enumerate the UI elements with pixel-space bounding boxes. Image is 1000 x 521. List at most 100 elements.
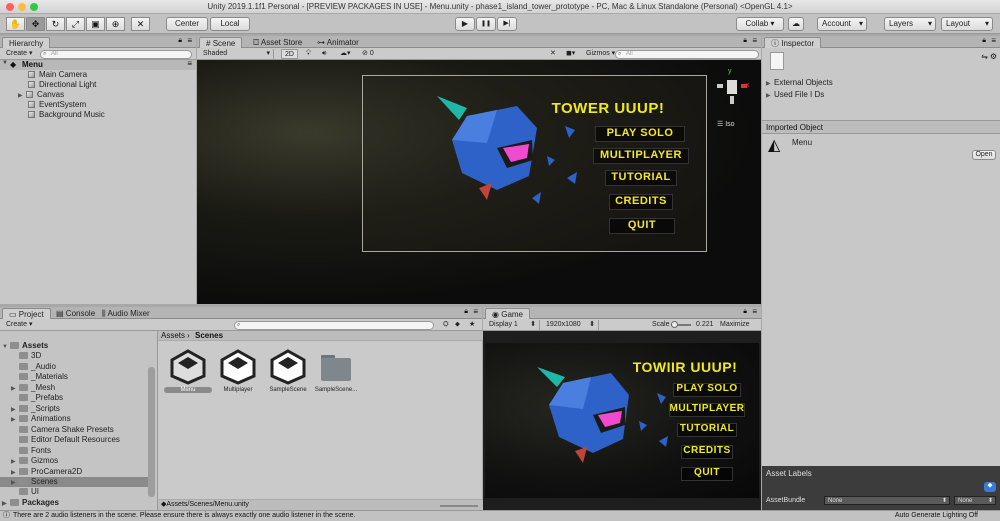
rotate-tool-button[interactable]: ↻ bbox=[46, 17, 65, 31]
scene-search-input[interactable]: ⌕ All bbox=[615, 50, 759, 59]
open-button[interactable]: Open bbox=[972, 150, 996, 160]
scene-menu-icon[interactable]: ≡ bbox=[187, 59, 192, 68]
shading-mode-dropdown[interactable]: Shaded ▾ bbox=[200, 49, 274, 59]
lock-icon[interactable]: 🔒︎ bbox=[178, 37, 182, 45]
scene-orientation-gizmo[interactable]: y x bbox=[715, 68, 751, 108]
step-button[interactable]: ▶| bbox=[497, 17, 517, 31]
project-search-input[interactable]: ⌕ bbox=[234, 321, 434, 330]
audio-toggle[interactable]: 🔊︎ bbox=[319, 49, 329, 59]
scale-slider[interactable] bbox=[671, 321, 691, 328]
tools-toggle[interactable]: ✕ bbox=[547, 49, 559, 59]
tree-folder[interactable]: ▶ Gizmos bbox=[11, 456, 58, 466]
chevron-down-icon[interactable]: ▼ bbox=[2, 60, 8, 66]
hierarchy-item[interactable]: Background Music bbox=[28, 110, 105, 120]
tab-game[interactable]: ◉ Game bbox=[485, 308, 531, 319]
chevron-right-icon[interactable]: ▶ bbox=[18, 91, 26, 101]
tutorial-label[interactable]: TUTORIAL bbox=[605, 171, 677, 183]
game-play-solo-button[interactable]: PLAY SOLO bbox=[673, 383, 741, 394]
lock-icon[interactable]: 🔒︎ bbox=[743, 308, 747, 316]
tree-folder[interactable]: Fonts bbox=[19, 446, 51, 456]
game-tutorial-button[interactable]: TUTORIAL bbox=[677, 423, 737, 434]
mode-2d-toggle[interactable]: 2D bbox=[281, 49, 298, 59]
hierarchy-item[interactable]: EventSystem bbox=[28, 100, 86, 110]
search-by-type-button[interactable]: ⛭ bbox=[440, 320, 452, 330]
tree-folder[interactable]: _Audio bbox=[19, 362, 56, 372]
play-button[interactable]: ▶ bbox=[455, 17, 475, 31]
game-credits-button[interactable]: CREDITS bbox=[681, 445, 733, 456]
rect-tool-button[interactable]: ▣ bbox=[86, 17, 105, 31]
project-create-button[interactable]: Create ▾ bbox=[3, 320, 35, 330]
tab-project[interactable]: ▭ Project bbox=[2, 308, 51, 319]
tab-audio-mixer[interactable]: ⫼ Audio Mixer bbox=[96, 308, 156, 319]
lock-icon[interactable]: 🔒︎ bbox=[743, 37, 747, 45]
asset-bundle-dropdown[interactable]: None ⬍ bbox=[824, 496, 950, 505]
panel-menu-icon[interactable]: ≡ bbox=[473, 307, 478, 316]
layout-dropdown[interactable]: Layout ▾ bbox=[941, 17, 993, 31]
panel-menu-icon[interactable]: ≡ bbox=[187, 36, 192, 45]
tree-folder[interactable]: ▶ _Scripts bbox=[11, 404, 60, 414]
breadcrumb-scenes[interactable]: Scenes bbox=[195, 331, 223, 341]
tree-folder-assets[interactable]: ▼ Assets bbox=[2, 341, 48, 351]
asset-folder-samplescene[interactable]: SampleScene... bbox=[314, 349, 358, 393]
lock-icon[interactable]: 🔒︎ bbox=[982, 37, 986, 45]
hierarchy-search-input[interactable]: ⌕ All bbox=[40, 50, 192, 59]
search-by-label-button[interactable]: ⬥ bbox=[452, 320, 463, 330]
projection-toggle[interactable]: ☰ Iso bbox=[717, 120, 735, 128]
tree-folder[interactable]: ▶ _Mesh bbox=[11, 383, 55, 393]
tree-folder-packages[interactable]: ▶ Packages bbox=[2, 498, 59, 508]
tree-folder-selected[interactable]: ▶ Scenes bbox=[0, 477, 148, 487]
gear-icon[interactable]: ⚙ bbox=[990, 52, 997, 61]
tree-scrollbar[interactable] bbox=[148, 367, 155, 497]
multiplayer-label[interactable]: MULTIPLAYER bbox=[593, 149, 689, 161]
layers-dropdown[interactable]: Layers ▾ bbox=[884, 17, 936, 31]
scene-viewport[interactable]: y x ☰ Iso TOWER UUUP! PLAY SOLO MULTIPLA… bbox=[197, 60, 761, 304]
game-viewport[interactable]: TOWIIR UUUP! PLAY SOLO MULTIPLAYER TUTOR… bbox=[483, 331, 761, 510]
tab-asset-store[interactable]: ⛋ Asset Store bbox=[247, 37, 308, 48]
favorites-button[interactable]: ★ bbox=[466, 320, 478, 330]
scene-header-row[interactable]: ▼ ◆ Menu ≡ bbox=[0, 59, 196, 70]
play-solo-label[interactable]: PLAY SOLO bbox=[595, 127, 685, 139]
tree-folder[interactable]: 3D bbox=[19, 351, 41, 361]
icon-size-slider[interactable] bbox=[440, 505, 478, 507]
hierarchy-item[interactable]: Main Camera bbox=[28, 70, 87, 80]
hierarchy-item[interactable]: ▶ Canvas bbox=[18, 90, 64, 100]
pause-button[interactable]: ❚❚ bbox=[476, 17, 496, 31]
gizmos-dropdown[interactable]: Gizmos ▾ bbox=[583, 49, 618, 59]
tab-inspector[interactable]: ⓘ Inspector bbox=[764, 37, 822, 48]
asset-bundle-variant-dropdown[interactable]: None ⬍ bbox=[954, 496, 996, 505]
tree-folder[interactable]: _Materials bbox=[19, 372, 68, 382]
breadcrumb-assets[interactable]: Assets bbox=[161, 331, 185, 341]
camera-dropdown[interactable]: ◼▾ bbox=[563, 49, 578, 59]
tree-folder[interactable]: _Prefabs bbox=[19, 393, 63, 403]
cloud-button[interactable]: ☁ bbox=[788, 17, 804, 31]
panel-menu-icon[interactable]: ≡ bbox=[991, 36, 996, 45]
tab-hierarchy[interactable]: Hierarchy bbox=[2, 37, 51, 48]
hand-tool-button[interactable]: ✋ bbox=[6, 17, 25, 31]
external-objects-foldout[interactable]: ▶ External Objects bbox=[766, 78, 833, 88]
hierarchy-item[interactable]: Directional Light bbox=[28, 80, 96, 90]
slider-thumb[interactable] bbox=[671, 321, 678, 328]
tree-folder[interactable]: ▶ Animations bbox=[11, 414, 71, 424]
status-bar[interactable]: ⓘ There are 2 audio listeners in the sce… bbox=[0, 510, 1000, 521]
quit-label[interactable]: QUIT bbox=[609, 219, 675, 231]
tree-folder[interactable]: Camera Shake Presets bbox=[19, 425, 114, 435]
label-tag-icon[interactable]: ⬥ bbox=[984, 482, 996, 492]
collab-button[interactable]: Collab ▾ bbox=[736, 17, 784, 31]
tree-folder[interactable]: ▶ ProCamera2D bbox=[11, 467, 82, 477]
tree-folder[interactable]: UI bbox=[19, 487, 39, 497]
account-dropdown[interactable]: Account ▾ bbox=[817, 17, 867, 31]
asset-scene-samplescene[interactable]: SampleScene bbox=[266, 349, 310, 393]
tree-folder[interactable]: Editor Default Resources bbox=[19, 435, 120, 445]
pivot-toggle[interactable]: Center bbox=[166, 17, 208, 31]
asset-scene-multiplayer[interactable]: Multiplayer bbox=[216, 349, 260, 393]
asset-scene-menu[interactable]: Menu bbox=[164, 349, 212, 393]
display-dropdown[interactable]: Display 1 ⬍ bbox=[486, 320, 540, 330]
resolution-dropdown[interactable]: 1920x1080 ⬍ bbox=[543, 320, 599, 330]
panel-menu-icon[interactable]: ≡ bbox=[752, 36, 757, 45]
scale-tool-button[interactable]: ⤢ bbox=[66, 17, 85, 31]
hierarchy-create-button[interactable]: Create ▾ bbox=[3, 49, 35, 59]
space-toggle[interactable]: Local bbox=[210, 17, 250, 31]
lighting-toggle[interactable]: 💡︎ bbox=[303, 49, 314, 59]
move-tool-button[interactable]: ✥ bbox=[26, 17, 45, 31]
transform-tool-button[interactable]: ⊕ bbox=[106, 17, 125, 31]
